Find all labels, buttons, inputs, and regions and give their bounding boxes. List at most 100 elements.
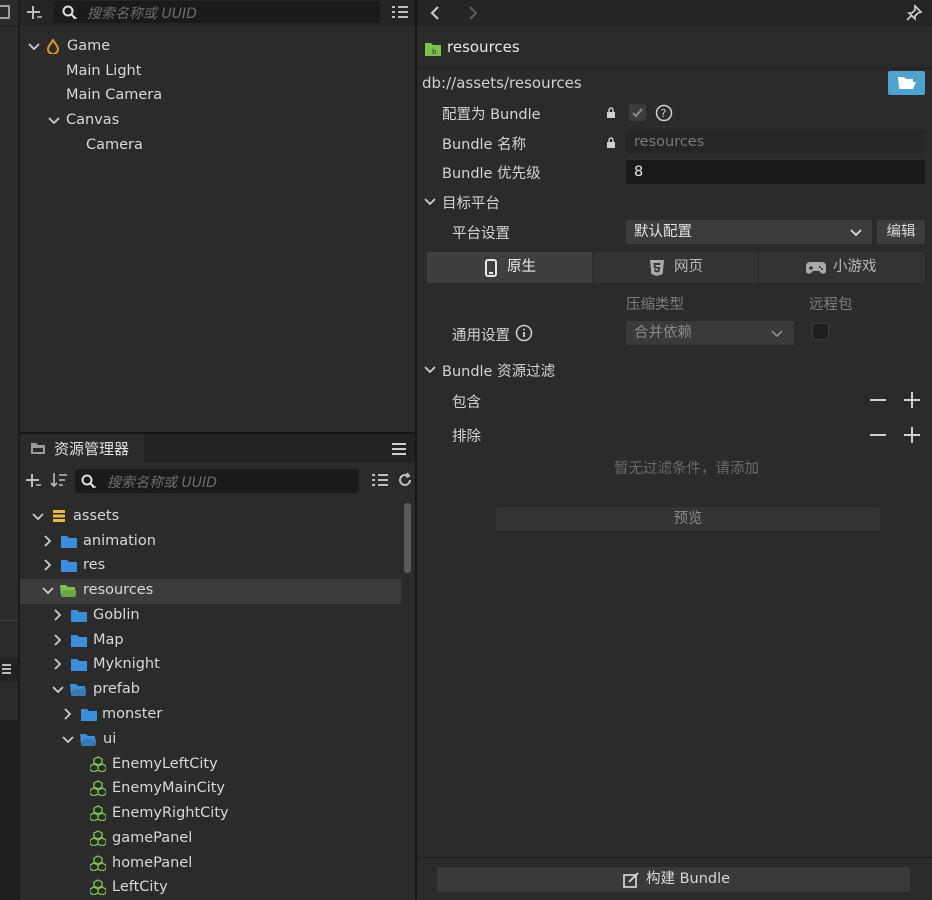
sort-list-icon[interactable] xyxy=(391,5,409,21)
horizontal-splitter[interactable] xyxy=(20,432,415,434)
build-bundle-button[interactable]: 构建 Bundle xyxy=(437,867,910,892)
platform-select[interactable]: 默认配置 xyxy=(626,220,872,244)
panel-menu-icon[interactable] xyxy=(391,442,407,456)
asset-label: monster xyxy=(102,706,163,722)
tree-row-camera[interactable]: Camera xyxy=(86,133,143,157)
bottom-divider xyxy=(417,857,932,858)
strip-menu xyxy=(0,658,18,682)
back-arrow-icon[interactable] xyxy=(429,5,441,21)
chevron-right-icon[interactable] xyxy=(52,634,64,646)
prefab-icon xyxy=(90,879,106,895)
bundle-priority-field[interactable]: 8 xyxy=(626,160,925,184)
vertical-splitter[interactable] xyxy=(415,0,417,900)
chevron-down-icon[interactable] xyxy=(62,734,74,746)
minus-icon[interactable] xyxy=(869,391,887,409)
prefab-icon xyxy=(90,855,106,871)
chevron-right-icon[interactable] xyxy=(52,658,64,670)
tab-label: 小游戏 xyxy=(833,259,877,275)
chevron-right-icon[interactable] xyxy=(62,708,74,720)
node-label: Main Camera xyxy=(66,87,163,103)
config-bundle-checkbox[interactable] xyxy=(629,104,646,121)
asset-label: prefab xyxy=(93,681,140,697)
chevron-down-icon xyxy=(771,330,783,338)
lock-icon xyxy=(607,107,615,118)
asset-manager-panel: 资源管理器 搜索名称或 UUID assets animation res re… xyxy=(20,433,415,900)
plus-icon[interactable] xyxy=(903,426,921,444)
bundle-name-field[interactable]: resources xyxy=(626,130,925,154)
plus-icon[interactable] xyxy=(903,391,921,409)
tab-label: 原生 xyxy=(507,259,536,275)
chevron-down-icon[interactable] xyxy=(28,41,40,53)
preview-button[interactable]: 预览 xyxy=(496,507,880,531)
svg-text:?: ? xyxy=(661,107,667,120)
add-asset-icon[interactable] xyxy=(25,472,43,490)
tab-native[interactable]: 原生 xyxy=(427,252,592,283)
general-settings-label: 通用设置 xyxy=(452,328,510,344)
chevron-down-icon[interactable] xyxy=(42,585,54,597)
menu-icon[interactable] xyxy=(2,664,11,666)
node-label: Main Light xyxy=(66,63,142,79)
hierarchy-search-input[interactable]: 搜索名称或 UUID xyxy=(54,1,380,23)
prefab-icon xyxy=(90,805,106,821)
chevron-down-icon[interactable] xyxy=(424,364,436,376)
sort-list-icon[interactable] xyxy=(371,473,389,489)
chevron-down-icon[interactable] xyxy=(424,196,436,208)
chevron-down-icon[interactable] xyxy=(52,684,64,696)
asset-label: gamePanel xyxy=(112,830,193,846)
help-icon[interactable]: ? xyxy=(655,104,673,122)
asset-search-input[interactable]: 搜索名称或 UUID xyxy=(75,469,359,493)
scrollbar-thumb[interactable] xyxy=(404,503,411,573)
gamepad-icon xyxy=(806,262,826,274)
bundle-priority-label: Bundle 优先级 xyxy=(442,166,541,182)
compress-type-select[interactable]: 合并依赖 xyxy=(626,321,794,345)
compress-select-value: 合并依赖 xyxy=(634,325,692,341)
filter-section-label: Bundle 资源过滤 xyxy=(442,364,556,380)
asset-label: EnemyRightCity xyxy=(112,805,229,821)
forward-arrow-icon[interactable] xyxy=(467,5,479,21)
tab-mini-game[interactable]: 小游戏 xyxy=(759,252,925,283)
tree-row-main-camera[interactable]: Main Camera xyxy=(66,83,162,107)
inspector-toolbar xyxy=(417,0,932,26)
minus-icon[interactable] xyxy=(869,426,887,444)
chevron-right-icon[interactable] xyxy=(42,559,54,571)
strip-divider xyxy=(0,620,18,621)
open-folder-icon xyxy=(70,684,86,696)
asset-label: EnemyMainCity xyxy=(112,780,226,796)
open-folder-button[interactable] xyxy=(888,71,925,95)
folder-icon xyxy=(71,635,87,647)
platform-settings-label: 平台设置 xyxy=(452,226,510,242)
strip-lower xyxy=(0,720,18,900)
asset-label: res xyxy=(83,557,106,573)
prefab-icon xyxy=(90,830,106,846)
remote-bundle-checkbox[interactable] xyxy=(812,323,829,340)
inspector-title-bar: b resources xyxy=(417,28,932,69)
chevron-down-icon xyxy=(850,229,862,237)
hierarchy-panel: 搜索名称或 UUID Game Main Light Main Camera C… xyxy=(20,0,415,432)
tab-asset-manager[interactable]: 资源管理器 xyxy=(20,433,144,463)
asset-label: Myknight xyxy=(93,656,160,672)
tree-row-main-light[interactable]: Main Light xyxy=(66,59,141,83)
lock-icon xyxy=(607,137,615,148)
include-label: 包含 xyxy=(452,395,481,411)
chevron-down-icon[interactable] xyxy=(48,115,60,127)
edit-button[interactable]: 编辑 xyxy=(877,220,925,244)
database-icon xyxy=(53,510,65,522)
build-bundle-label: 构建 Bundle xyxy=(646,871,731,887)
asset-label: Goblin xyxy=(93,607,140,623)
folder-icon xyxy=(61,536,77,548)
phone-icon xyxy=(485,259,497,277)
asset-label: resources xyxy=(83,582,154,598)
folder-panel-icon xyxy=(31,443,45,454)
chevron-right-icon[interactable] xyxy=(52,609,64,621)
chevron-right-icon[interactable] xyxy=(42,535,54,547)
prefab-icon xyxy=(90,756,106,772)
left-dock-strip xyxy=(0,0,18,900)
pin-icon[interactable] xyxy=(905,4,923,22)
chevron-down-icon[interactable] xyxy=(32,511,44,523)
tab-web[interactable]: 网页 xyxy=(593,252,758,283)
add-node-icon[interactable] xyxy=(26,4,44,22)
refresh-icon[interactable] xyxy=(397,472,413,488)
asset-label: Map xyxy=(93,632,124,648)
info-icon[interactable] xyxy=(515,324,533,342)
sort-icon[interactable] xyxy=(50,471,68,489)
